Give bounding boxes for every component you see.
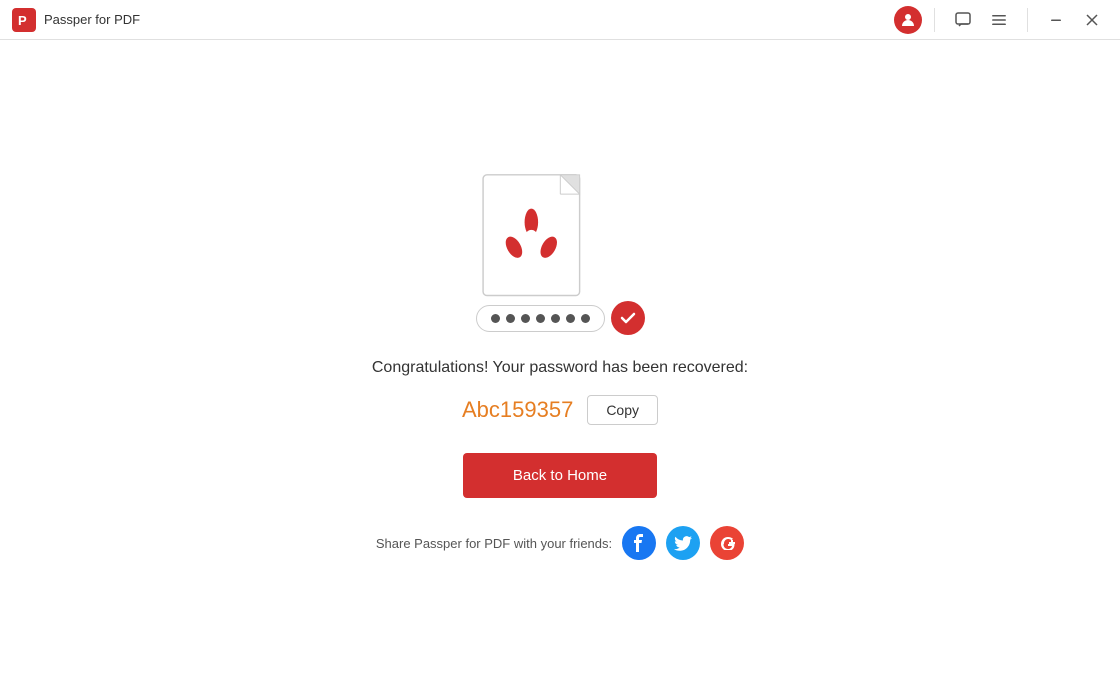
title-bar-actions	[894, 4, 1108, 36]
back-to-home-button[interactable]: Back to Home	[463, 453, 657, 498]
app-title: Passper for PDF	[44, 12, 894, 27]
dot-1	[491, 314, 500, 323]
copy-button[interactable]: Copy	[587, 395, 658, 425]
close-button[interactable]	[1076, 4, 1108, 36]
password-value: Abc159357	[462, 397, 573, 423]
menu-button[interactable]	[983, 4, 1015, 36]
dot-7	[581, 314, 590, 323]
chat-button[interactable]	[947, 4, 979, 36]
main-content: Congratulations! Your password has been …	[0, 40, 1120, 690]
title-bar: P Passper for PDF	[0, 0, 1120, 40]
user-avatar[interactable]	[894, 6, 922, 34]
dot-4	[536, 314, 545, 323]
twitter-share-button[interactable]	[666, 526, 700, 560]
googleplus-share-button[interactable]	[710, 526, 744, 560]
password-bar	[476, 305, 605, 332]
password-display: Abc159357 Copy	[462, 395, 658, 425]
success-check-circle	[611, 301, 645, 335]
dot-5	[551, 314, 560, 323]
separator2	[1027, 8, 1028, 32]
minimize-button[interactable]	[1040, 4, 1072, 36]
dot-2	[506, 314, 515, 323]
share-text: Share Passper for PDF with your friends:	[376, 536, 612, 551]
svg-text:P: P	[18, 13, 27, 28]
dot-3	[521, 314, 530, 323]
password-bar-wrap	[476, 301, 645, 335]
pdf-file-icon	[476, 170, 606, 310]
pdf-illustration	[476, 170, 645, 335]
share-section: Share Passper for PDF with your friends:	[376, 526, 744, 560]
facebook-share-button[interactable]	[622, 526, 656, 560]
app-logo: P	[12, 8, 36, 32]
separator	[934, 8, 935, 32]
dot-6	[566, 314, 575, 323]
congrats-text: Congratulations! Your password has been …	[372, 359, 748, 377]
